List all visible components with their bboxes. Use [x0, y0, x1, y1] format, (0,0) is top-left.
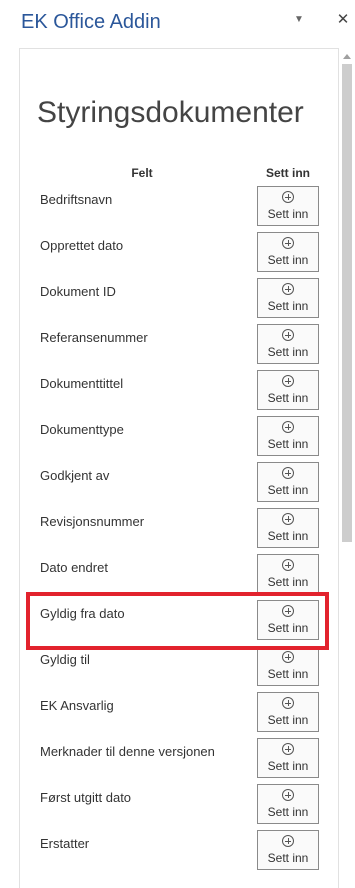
field-list: Bedriftsnavn Sett inn Opprettet dato Sett i… — [0, 0, 355, 874]
add-circle-icon — [282, 421, 294, 433]
field-label: Referansenummer — [40, 330, 148, 345]
add-circle-icon — [282, 559, 294, 571]
insert-button-label: Sett inn — [267, 437, 309, 451]
insert-button-label: Sett inn — [267, 483, 309, 497]
insert-button[interactable]: Sett inn — [257, 646, 319, 686]
field-label: EK Ansvarlig — [40, 698, 114, 713]
insert-button[interactable]: Sett inn — [257, 784, 319, 824]
field-label: Gyldig til — [40, 652, 90, 667]
insert-button-label: Sett inn — [267, 575, 309, 589]
insert-button[interactable]: Sett inn — [257, 278, 319, 318]
add-circle-icon — [282, 743, 294, 755]
add-circle-icon — [282, 789, 294, 801]
field-row: Merknader til denne versjonen Sett inn — [40, 738, 330, 784]
insert-button[interactable]: Sett inn — [257, 508, 319, 548]
add-circle-icon — [282, 835, 294, 847]
insert-button[interactable]: Sett inn — [257, 830, 319, 870]
insert-button[interactable]: Sett inn — [257, 554, 319, 594]
add-circle-icon — [282, 651, 294, 663]
highlight-box — [26, 592, 329, 650]
insert-button[interactable]: Sett inn — [257, 324, 319, 364]
insert-button[interactable]: Sett inn — [257, 370, 319, 410]
insert-button[interactable]: Sett inn — [257, 186, 319, 226]
field-row: Referansenummer Sett inn — [40, 324, 330, 370]
insert-button-label: Sett inn — [267, 667, 309, 681]
field-label: Opprettet dato — [40, 238, 124, 253]
insert-button-label: Sett inn — [267, 391, 309, 405]
field-row: Godkjent av Sett inn — [40, 462, 330, 508]
field-row: EK Ansvarlig Sett inn — [40, 692, 330, 738]
field-label: Godkjent av — [40, 468, 110, 483]
field-row: Dokument ID Sett inn — [40, 278, 330, 324]
field-label: Dokument ID — [40, 284, 116, 299]
field-label: Dato endret — [40, 560, 108, 575]
insert-button[interactable]: Sett inn — [257, 462, 319, 502]
field-row: Bedriftsnavn Sett inn — [40, 186, 330, 232]
field-label: Erstatter — [40, 836, 90, 851]
insert-button-label: Sett inn — [267, 805, 309, 819]
add-circle-icon — [282, 375, 294, 387]
field-row: Først utgitt dato Sett inn — [40, 784, 330, 830]
insert-button-label: Sett inn — [267, 529, 309, 543]
field-label: Bedriftsnavn — [40, 192, 113, 207]
add-circle-icon — [282, 329, 294, 341]
insert-button-label: Sett inn — [267, 345, 309, 359]
add-circle-icon — [282, 191, 294, 203]
insert-button-label: Sett inn — [267, 207, 309, 221]
field-label: Revisjonsnummer — [40, 514, 145, 529]
field-label: Merknader til denne versjonen — [40, 744, 215, 759]
insert-button-label: Sett inn — [267, 299, 309, 313]
add-circle-icon — [282, 467, 294, 479]
add-circle-icon — [282, 697, 294, 709]
insert-button-label: Sett inn — [267, 759, 309, 773]
insert-button[interactable]: Sett inn — [257, 416, 319, 456]
insert-button-label: Sett inn — [267, 253, 309, 267]
insert-button[interactable]: Sett inn — [257, 232, 319, 272]
insert-button[interactable]: Sett inn — [257, 692, 319, 732]
field-label: Først utgitt dato — [40, 790, 132, 805]
field-row: Opprettet dato Sett inn — [40, 232, 330, 278]
field-row: Revisjonsnummer Sett inn — [40, 508, 330, 554]
field-row: Dokumenttittel Sett inn — [40, 370, 330, 416]
add-circle-icon — [282, 283, 294, 295]
field-label: Dokumenttittel — [40, 376, 124, 391]
field-label: Dokumenttype — [40, 422, 124, 437]
field-row: Gyldig til Sett inn — [40, 646, 330, 692]
insert-button[interactable]: Sett inn — [257, 738, 319, 778]
insert-button-label: Sett inn — [267, 851, 309, 865]
insert-button-label: Sett inn — [267, 713, 309, 727]
add-circle-icon — [282, 237, 294, 249]
field-row: Erstatter Sett inn — [40, 830, 330, 876]
add-circle-icon — [282, 513, 294, 525]
field-row: Dokumenttype Sett inn — [40, 416, 330, 462]
